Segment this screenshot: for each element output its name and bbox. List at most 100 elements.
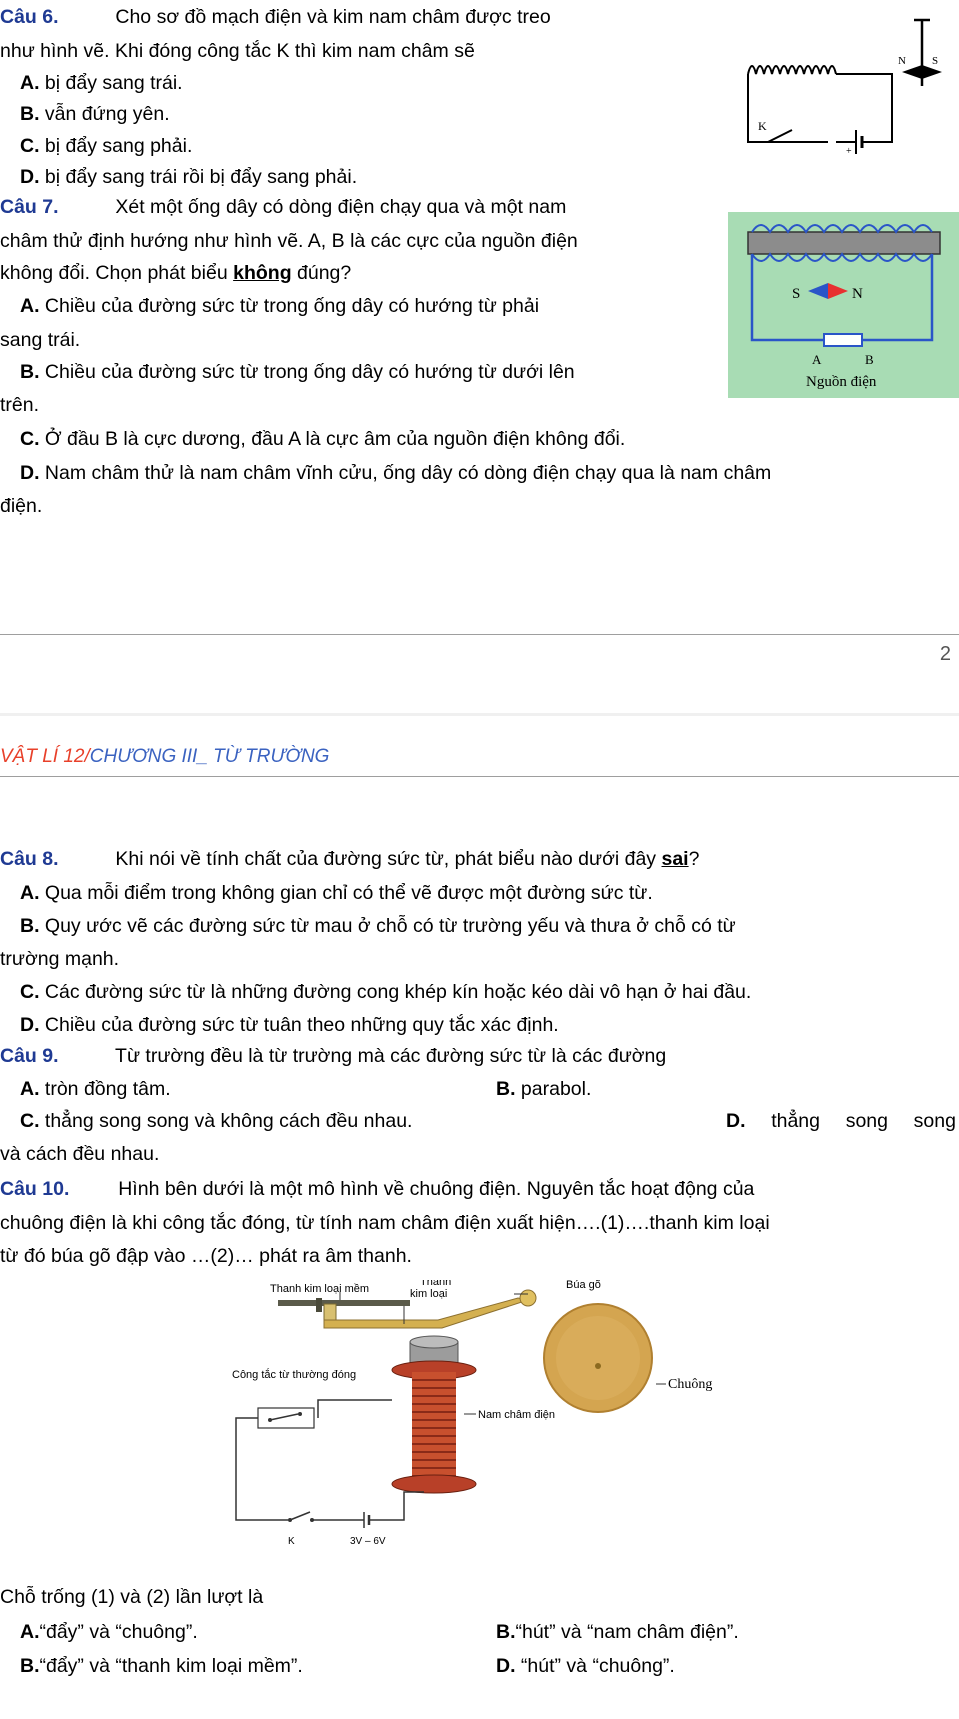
magnet-s-label: S	[792, 286, 800, 302]
q8-option-d-label: D.	[20, 1014, 40, 1036]
pole-b-label: B	[865, 352, 874, 367]
q7-stem-line2: châm thử định hướng như hình vẽ. A, B là…	[0, 230, 578, 252]
q7-solenoid-figure: S N A B Nguồn điện	[728, 212, 959, 398]
q7-option-c-label: C.	[20, 428, 40, 450]
soft-iron-bar	[278, 1300, 410, 1306]
q8-option-d: Chiều của đường sức từ tuân theo những q…	[44, 1014, 559, 1036]
q7-stem-line3: không đổi. Chọn phát biểu	[0, 262, 234, 284]
q6-option-a: bị đẩy sang trái.	[44, 72, 183, 94]
needle-north-half	[902, 65, 922, 79]
q10-stem-line1: Hình bên dưới là một mô hình về chuông đ…	[118, 1178, 755, 1200]
q7-option-a-label: A.	[20, 295, 40, 317]
q9-option-d-word3: song	[913, 1110, 956, 1132]
switch-k-fig	[289, 1511, 311, 1521]
q8-stem-end: ?	[688, 848, 700, 870]
page-header-rule	[0, 776, 959, 777]
q7-option-d: Nam châm thử là nam châm vĩnh cửu, ống d…	[44, 462, 772, 484]
q6-option-d: bị đẩy sang trái rồi bị đẩy sang phải.	[44, 166, 358, 188]
q8-option-a: Qua mỗi điểm trong không gian chỉ có thể…	[44, 882, 653, 904]
q8-stem-emphasis: sai	[661, 848, 689, 870]
hammer	[519, 1289, 537, 1307]
q7-option-d-label: D.	[20, 462, 40, 484]
q7-option-b: Chiều của đường sức từ trong ống dây có …	[44, 361, 575, 383]
q7-stem-line1: Xét một ống dây có dòng điện chạy qua và…	[115, 196, 567, 218]
q9-option-b-label: B.	[496, 1078, 516, 1100]
magnet-n-label: N	[852, 286, 863, 302]
q9-option-d-label: D.	[726, 1110, 746, 1132]
q10-option-b: “hút” và “nam châm điện”.	[515, 1621, 739, 1643]
page-number: 2	[939, 643, 951, 665]
needle-n-label: N	[898, 55, 906, 67]
contact-switch-box	[257, 1407, 315, 1429]
label-voltage: 3V – 6V	[350, 1536, 386, 1547]
q9-option-a: tròn đồng tâm.	[44, 1078, 171, 1100]
q10-stem-line3: từ đó búa gõ đập vào …(2)… phát ra âm th…	[0, 1245, 412, 1267]
q10-option-b2-label: B.	[20, 1655, 40, 1677]
q8-label: Câu 8.	[0, 848, 59, 870]
q10-label: Câu 10.	[0, 1178, 70, 1200]
q7-option-d-cont: điện.	[0, 495, 43, 517]
q8-stem: Khi nói về tính chất của đường sức từ, p…	[115, 848, 662, 870]
q10-option-b-label: B.	[496, 1621, 516, 1643]
q7-option-c: Ở đầu B là cực dương, đầu A là cực âm củ…	[44, 428, 626, 450]
q7-stem-end: đúng?	[291, 262, 352, 284]
q8-option-b-label: B.	[20, 915, 40, 937]
q10-option-d-label: D.	[496, 1655, 516, 1677]
label-soft-iron: Thanh kim loại mềm	[270, 1283, 369, 1295]
power-source	[823, 333, 863, 347]
q6-option-b-label: B.	[20, 103, 40, 125]
power-source-label: Nguồn điện	[806, 374, 877, 390]
q6-option-a-label: A.	[20, 72, 40, 94]
q9-option-c: thẳng song song và không cách đều nhau.	[44, 1110, 413, 1132]
q6-option-d-label: D.	[20, 166, 40, 188]
q10-option-b2: “đẩy” và “thanh kim loại mềm”.	[39, 1655, 303, 1677]
label-contact: Công tắc từ thường đóng	[232, 1368, 356, 1381]
q9-option-c-label: C.	[20, 1110, 40, 1132]
coil	[747, 65, 837, 75]
label-electromagnet: Nam châm điện	[478, 1409, 555, 1421]
q10-option-a-label: A.	[20, 1621, 40, 1643]
label-metal-bar-1: Thanh	[420, 1280, 451, 1288]
q6-option-c: bị đẩy sang phải.	[44, 135, 193, 157]
q8-option-b: Quy ước vẽ các đường sức từ mau ở chỗ có…	[44, 915, 736, 937]
q7-option-a-cont: sang trái.	[0, 329, 81, 351]
switch-k	[767, 129, 793, 143]
header-chapter: CHƯƠNG III_ TỪ TRƯỜNG	[89, 746, 330, 767]
page-break-band	[0, 713, 959, 716]
q6-stem-line1: Cho sơ đồ mạch điện và kim nam châm được…	[115, 6, 551, 28]
q7-label: Câu 7.	[0, 196, 59, 218]
q9-option-d-word1: thẳng	[771, 1110, 820, 1132]
q10-electric-bell-figure: Thanh kim loại mềm Thanh kim loại Búa gõ…	[232, 1280, 712, 1547]
q9-option-d-cont: và cách đều nhau.	[0, 1143, 160, 1165]
page-header: VẬT LÍ 12/CHƯƠNG III_ TỪ TRƯỜNG	[0, 746, 329, 768]
label-metal-bar-2: kim loại	[410, 1288, 447, 1300]
q8-option-c-label: C.	[20, 981, 40, 1003]
q9-stem: Từ trường đều là từ trường mà các đường …	[115, 1045, 667, 1067]
needle-s-label: S	[932, 55, 938, 67]
q8-option-a-label: A.	[20, 882, 40, 904]
q10-question: Chỗ trống (1) và (2) lần lượt là	[0, 1586, 264, 1608]
page-footer-rule	[0, 634, 959, 635]
solenoid-core	[747, 231, 941, 255]
pole-a-label: A	[812, 352, 822, 367]
q7-option-b-cont: trên.	[0, 394, 40, 416]
q6-circuit-figure: N S K +	[747, 18, 942, 157]
q9-option-d-word2: song	[845, 1110, 888, 1132]
label-bell: Chuông	[668, 1377, 712, 1392]
q6-label: Câu 6.	[0, 6, 59, 28]
label-hammer: Búa gõ	[566, 1280, 601, 1291]
q10-stem-line2: chuông điện là khi công tắc đóng, từ tín…	[0, 1212, 770, 1234]
q7-stem-emphasis: không	[233, 262, 292, 284]
q9-option-a-label: A.	[20, 1078, 40, 1100]
label-k: K	[288, 1536, 295, 1547]
q9-label: Câu 9.	[0, 1045, 59, 1067]
q8-option-b-cont: trường mạnh.	[0, 948, 120, 970]
q7-option-b-label: B.	[20, 361, 40, 383]
q6-option-b: vẫn đứng yên.	[44, 103, 170, 125]
q6-stem-line2: như hình vẽ. Khi đóng công tắc K thì kim…	[0, 40, 475, 62]
needle-south-half	[922, 65, 942, 79]
q9-option-b: parabol.	[520, 1078, 592, 1100]
q10-option-a: “đẩy” và “chuông”.	[39, 1621, 198, 1643]
q9-option-d-line: D. thẳng song song	[726, 1108, 956, 1134]
header-subject: VẬT LÍ 12/	[0, 746, 90, 767]
